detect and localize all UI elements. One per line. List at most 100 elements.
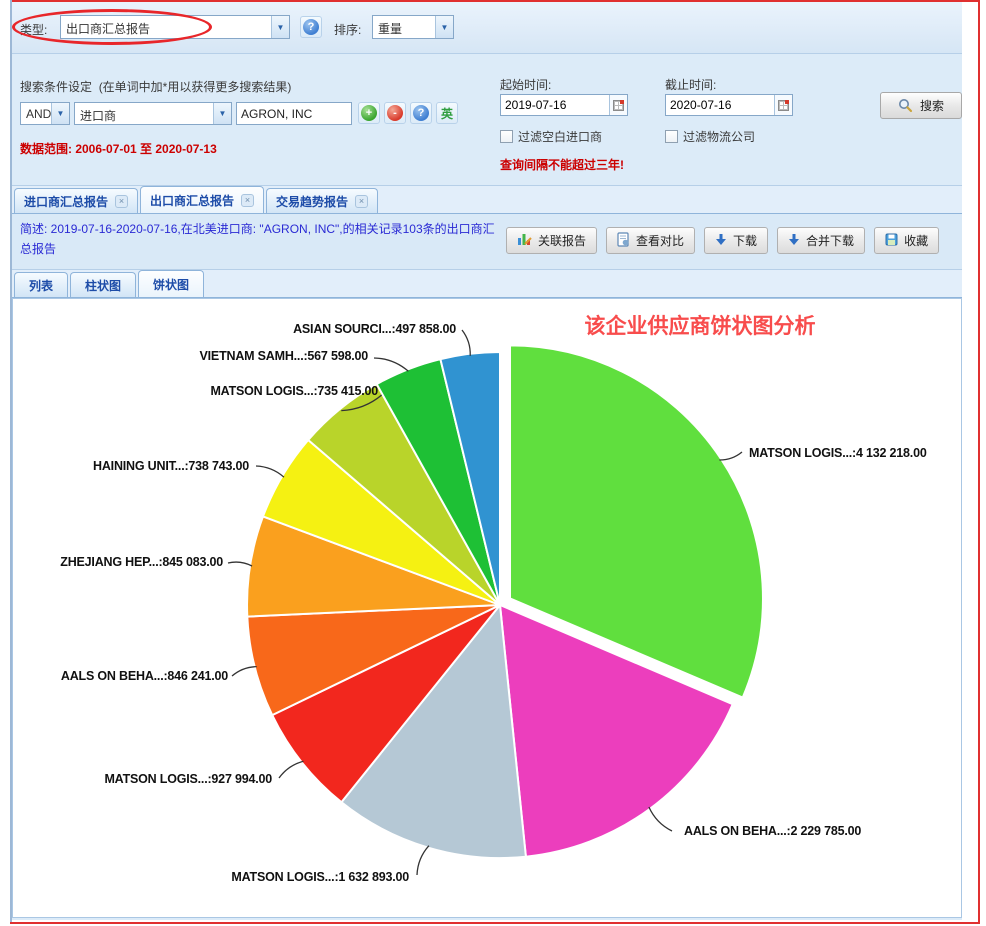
chevron-down-icon[interactable]: ▼ <box>51 103 69 124</box>
filter-logistics-checkbox[interactable]: 过滤物流公司 <box>665 128 755 145</box>
end-time-label: 截止时间: <box>665 76 716 93</box>
close-icon[interactable]: × <box>241 194 254 207</box>
type-help-button[interactable]: ? <box>300 16 322 38</box>
action-button-3[interactable]: 合并下载 <box>777 227 865 254</box>
chevron-down-icon[interactable]: ▼ <box>435 16 453 38</box>
report-tab-0[interactable]: 进口商汇总报告× <box>14 188 138 213</box>
view-tab-2[interactable]: 饼状图 <box>138 270 204 297</box>
magnifier-icon <box>898 98 913 113</box>
help-icon: ? <box>303 19 319 35</box>
checkbox-icon[interactable] <box>665 130 678 143</box>
sort-value: 重量 <box>373 16 435 38</box>
end-date-input[interactable] <box>666 95 774 115</box>
interval-warning: 查询间隔不能超过三年! <box>500 156 624 173</box>
sort-label: 排序: <box>334 21 361 38</box>
view-tab-label: 列表 <box>29 277 53 294</box>
annotation-border-bottom <box>10 922 980 924</box>
report-type-value: 出口商汇总报告 <box>61 16 271 38</box>
add-condition-button[interactable]: + <box>358 102 380 124</box>
bar-chart-icon <box>517 232 532 249</box>
pie-leader-line <box>417 846 429 875</box>
start-time-label: 起始时间: <box>500 76 551 93</box>
view-tab-1[interactable]: 柱状图 <box>70 272 136 297</box>
view-tab-label: 饼状图 <box>153 276 189 293</box>
action-button-0[interactable]: 关联报告 <box>506 227 597 254</box>
action-button-1[interactable]: 查看对比 <box>606 227 695 254</box>
report-tab-1[interactable]: 出口商汇总报告 × <box>140 186 264 213</box>
pie-leader-line <box>462 330 470 356</box>
help-icon: ? <box>413 105 429 121</box>
pie-leader-line <box>279 761 304 778</box>
type-label: 类型: <box>20 21 47 38</box>
pie-slice-label-5: ZHEJIANG HEP...:845 083.00 <box>60 555 223 569</box>
remove-condition-button[interactable]: - <box>384 102 406 124</box>
action-button-label: 关联报告 <box>538 232 586 249</box>
start-date-field[interactable] <box>500 94 628 116</box>
filter-logistics-label: 过滤物流公司 <box>683 128 755 145</box>
save-disk-icon <box>885 233 898 249</box>
english-toggle-button[interactable]: 英 <box>436 102 458 124</box>
condition-help-button[interactable]: ? <box>410 102 432 124</box>
filter-blank-importer-checkbox[interactable]: 过滤空白进口商 <box>500 128 602 145</box>
search-field-select[interactable]: 进口商 ▼ <box>74 102 232 125</box>
sort-select[interactable]: 重量 ▼ <box>372 15 454 39</box>
close-icon[interactable]: × <box>355 195 368 208</box>
supplier-pie-chart: MATSON LOGIS...:4 132 218.00 AALS ON BEHA… <box>13 299 961 917</box>
pie-leader-line <box>374 358 408 371</box>
pie-leader-line <box>256 466 284 477</box>
report-tab-label: 出口商汇总报告 <box>150 192 234 209</box>
pie-slice-label-1: AALS ON BEHA...:2 229 785.00 <box>684 824 861 838</box>
view-tab-label: 柱状图 <box>85 277 121 294</box>
report-tab-2[interactable]: 交易趋势报告 × <box>266 188 378 213</box>
filter-blank-importer-label: 过滤空白进口商 <box>518 128 602 145</box>
download-arrow-icon <box>788 233 800 249</box>
document-compare-icon <box>617 232 630 250</box>
chart-title: 该企业供应商饼状图分析 <box>585 314 816 338</box>
pie-slice-label-0: MATSON LOGIS...:4 132 218.00 <box>749 446 927 460</box>
action-button-label: 合并下载 <box>806 232 854 249</box>
calendar-icon[interactable] <box>609 95 627 115</box>
search-hint-text: (在单词中加*用以获得更多搜索结果) <box>99 80 292 94</box>
report-tab-label: 交易趋势报告 <box>276 193 348 210</box>
annotation-border-right <box>978 0 980 924</box>
action-button-2[interactable]: 下载 <box>704 227 768 254</box>
checkbox-icon[interactable] <box>500 130 513 143</box>
boolean-operator-select[interactable]: AND ▼ <box>20 102 70 125</box>
pie-slice-label-4: AALS ON BEHA...:846 241.00 <box>61 669 228 683</box>
pie-slice-label-3: MATSON LOGIS...:927 994.00 <box>104 772 272 786</box>
chevron-down-icon[interactable]: ▼ <box>213 103 231 124</box>
action-buttons: 关联报告 查看对比 下载 合并下载 收藏 <box>506 227 939 254</box>
boolean-operator-value: AND <box>21 103 51 124</box>
plus-icon: + <box>361 105 377 121</box>
download-arrow-icon <box>715 233 727 249</box>
search-button-label: 搜索 <box>920 97 944 114</box>
minus-icon: - <box>387 105 403 121</box>
pie-slice-label-8: VIETNAM SAMH...:567 598.00 <box>200 349 369 363</box>
data-range-note: 数据范围: 2006-07-01 至 2020-07-13 <box>20 140 217 157</box>
pie-slice-label-7: MATSON LOGIS...:735 415.00 <box>210 384 378 398</box>
pie-leader-line <box>228 562 252 566</box>
report-tabstrip: 进口商汇总报告× 出口商汇总报告 × 交易趋势报告 × <box>12 186 962 214</box>
calendar-icon[interactable] <box>774 95 792 115</box>
pie-slice-label-9: ASIAN SOURCI...:497 858.00 <box>293 322 456 336</box>
type-toolbar: 类型: 出口商汇总报告 ▼ ? 排序: 重量 ▼ <box>12 2 962 54</box>
pie-slice-label-6: HAINING UNIT...:738 743.00 <box>93 459 249 473</box>
search-conditions-panel: 搜索条件设定 (在单词中加*用以获得更多搜索结果) AND ▼ 进口商 ▼ + … <box>12 54 962 186</box>
end-date-field[interactable] <box>665 94 793 116</box>
search-field-value: 进口商 <box>75 103 213 124</box>
action-button-4[interactable]: 收藏 <box>874 227 939 254</box>
chevron-down-icon[interactable]: ▼ <box>271 16 289 38</box>
search-button[interactable]: 搜索 <box>880 92 962 119</box>
action-button-label: 收藏 <box>904 232 928 249</box>
report-type-select[interactable]: 出口商汇总报告 ▼ <box>60 15 290 39</box>
pie-leader-line <box>649 807 672 831</box>
pie-slice-label-2: MATSON LOGIS...:1 632 893.00 <box>231 870 409 884</box>
keyword-input[interactable] <box>236 102 352 125</box>
report-summary: 简述: 2019-07-16-2020-07-16,在北美进口商: "AGRON… <box>20 220 498 260</box>
summary-panel: 简述: 2019-07-16-2020-07-16,在北美进口商: "AGRON… <box>12 214 962 270</box>
start-date-input[interactable] <box>501 95 609 115</box>
action-button-label: 下载 <box>733 232 757 249</box>
close-icon[interactable]: × <box>115 195 128 208</box>
view-tab-0[interactable]: 列表 <box>14 272 68 297</box>
english-label: 英 <box>441 105 453 122</box>
